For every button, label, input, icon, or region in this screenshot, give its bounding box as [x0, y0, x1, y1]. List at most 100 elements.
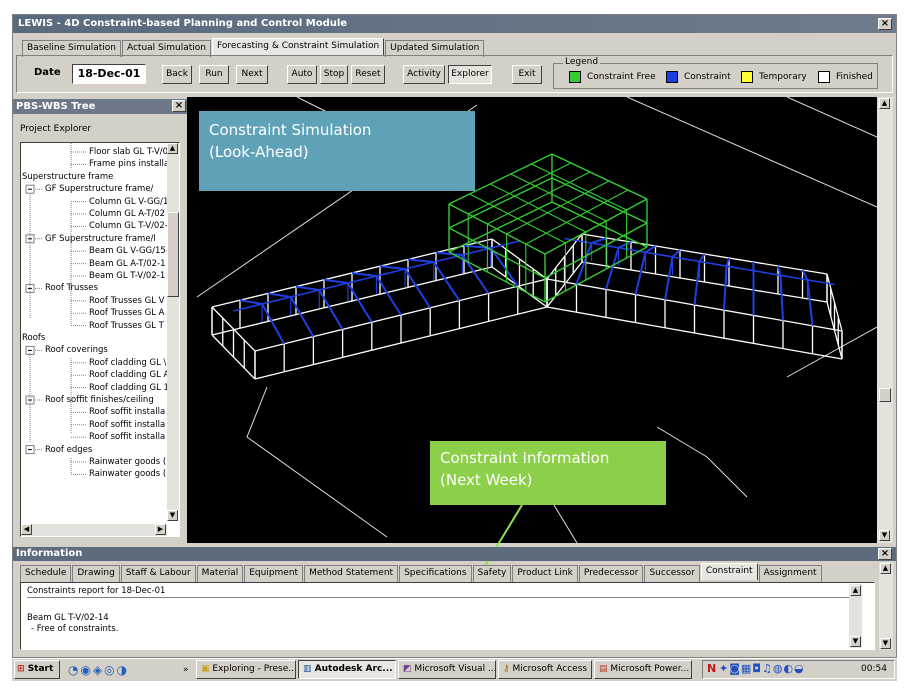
tree-item[interactable]: Superstructure frame	[22, 171, 113, 183]
tree-item[interactable]: Floor slab GL T-V/0	[89, 146, 168, 158]
tree-item[interactable]: Roof cladding GL \	[89, 357, 166, 369]
tree-item[interactable]: GF Superstructure frame/l	[45, 233, 156, 245]
tree-vertical-scrollbar[interactable]	[167, 143, 179, 511]
tree-scroll-thumb[interactable]	[167, 212, 179, 297]
tree-horizontal-scrollbar[interactable]	[21, 524, 167, 536]
access-key-icon: ⚷	[503, 664, 510, 674]
info-tab-material[interactable]: Material	[196, 565, 244, 582]
task-power[interactable]: ▤ Microsoft Power...	[594, 660, 692, 679]
date-label: Date	[34, 67, 61, 78]
tree-item[interactable]: Roof soffit finishes/ceiling	[45, 394, 154, 406]
viewport-scroll-down-button[interactable]: ▼	[879, 530, 890, 541]
info-tab-method-statement[interactable]: Method Statement	[304, 565, 399, 582]
quick-launch-icons[interactable]: ◔◉◈◎◑	[68, 661, 129, 679]
info-scroll-down-button[interactable]: ▼	[880, 638, 891, 649]
date-field[interactable]: 18-Dec-01	[72, 64, 146, 84]
tree-item[interactable]: Roof cladding GL 1	[89, 382, 169, 394]
run-button[interactable]: Run	[199, 65, 229, 84]
callout-bottom-line-1: Constraint Information	[440, 449, 610, 467]
tree-scroll-up-button[interactable]: ▲	[167, 143, 178, 154]
tree-item[interactable]: GF Superstructure frame/	[45, 183, 153, 195]
tree-item[interactable]: Rainwater goods (	[89, 468, 166, 480]
info-panel-scrollbar[interactable]	[879, 562, 893, 650]
back-button[interactable]: Back	[162, 65, 192, 84]
viewport-scroll-up-button[interactable]: ▲	[879, 98, 890, 109]
info-tab-safety[interactable]: Safety	[472, 565, 512, 582]
info-tab-equipment[interactable]: Equipment	[244, 565, 304, 582]
wireframe-truss	[267, 292, 291, 298]
window-title: LEWIS - 4D Constraint-based Planning and…	[18, 18, 348, 29]
tree-item[interactable]: Rainwater goods (	[89, 456, 166, 468]
explorer-button[interactable]: Explorer	[448, 65, 492, 84]
tree-scroll-left-button[interactable]: ◀	[21, 524, 32, 535]
tree-item[interactable]: Beam GL A-T/02-1	[89, 258, 166, 270]
tab-forecasting-constraint-simulation[interactable]: Forecasting & Constraint Simulation	[211, 38, 385, 55]
start-label: Start	[27, 664, 54, 674]
report-scroll-down-button[interactable]: ▼	[850, 636, 861, 647]
info-tab-predecessor[interactable]: Predecessor	[578, 565, 644, 582]
window-close-button[interactable]: ×	[878, 18, 892, 30]
auto-button[interactable]: Auto	[287, 65, 317, 84]
wireframe-truss	[693, 261, 701, 306]
info-tab-successor[interactable]: Successor	[644, 565, 700, 582]
task-visual-label: Microsoft Visual ...	[414, 664, 496, 674]
viewport-scroll-thumb[interactable]	[879, 388, 891, 402]
info-tab-assignment[interactable]: Assignment	[758, 565, 822, 582]
info-panel-close-button[interactable]: ×	[878, 548, 892, 560]
exit-button[interactable]: Exit	[512, 65, 542, 84]
legend-label-constraint-free: Constraint Free	[587, 72, 656, 82]
report-scroll-up-button[interactable]: ▲	[850, 585, 861, 596]
autodesk-icon: ▥	[303, 664, 312, 674]
start-button[interactable]: ⊞ Start	[14, 660, 60, 679]
info-tab-product-link[interactable]: Product Link	[512, 565, 578, 582]
tree-item[interactable]: Roof soffit installa	[89, 419, 165, 431]
tree-item[interactable]: Roof edges	[45, 444, 92, 456]
tree-item[interactable]: Beam GL T-V/02-1	[89, 270, 165, 282]
info-tab-specifications[interactable]: Specifications	[399, 565, 472, 582]
tree-scroll-down-button[interactable]: ▼	[167, 510, 178, 521]
tree-item[interactable]: Column GL T-V/02-	[89, 220, 168, 232]
tree-item[interactable]: Roof coverings	[45, 344, 108, 356]
callout-top-line-2: (Look-Ahead)	[209, 143, 309, 161]
wireframe-truss	[261, 303, 286, 345]
reset-button[interactable]: Reset	[351, 65, 385, 84]
task-visual[interactable]: ◩ Microsoft Visual ...	[398, 660, 496, 679]
tree-item[interactable]: Column GL A-T/02	[89, 208, 165, 220]
task-exploring[interactable]: ▣ Exploring - Prese...	[196, 660, 296, 679]
tree-item[interactable]: Roof cladding GL A	[89, 369, 169, 381]
tree-item[interactable]: Beam GL V-GG/15-	[89, 245, 169, 257]
wireframe-truss	[698, 253, 706, 263]
task-autodesk-label: Autodesk Arc...	[314, 664, 393, 674]
tree-item[interactable]: Roof soffit installa	[89, 406, 165, 418]
tree-item[interactable]: Roof soffit installa	[89, 431, 165, 443]
tree-item[interactable]: Roof Trusses GL T	[89, 320, 164, 332]
activity-button[interactable]: Activity	[403, 65, 445, 84]
stop-button[interactable]: Stop	[320, 65, 348, 84]
tree-item[interactable]: Roof Trusses GL A	[89, 307, 165, 319]
info-tab-constraint[interactable]: Constraint	[700, 563, 758, 580]
quick-launch-overflow-icon[interactable]: »	[183, 661, 189, 679]
wireframe-truss	[806, 279, 814, 326]
tree-item[interactable]: Column GL V-GG/1	[89, 196, 168, 208]
pbs-panel-close-button[interactable]: ×	[172, 100, 186, 112]
wireframe-truss	[323, 278, 349, 284]
wireframe-truss	[432, 261, 461, 302]
next-button[interactable]: Next	[236, 65, 268, 84]
norton-icon[interactable]: N	[707, 662, 716, 675]
info-scroll-up-button[interactable]: ▲	[880, 563, 891, 574]
report-line-beam: Beam GL T-V/02-14	[27, 613, 109, 623]
info-tab-drawing[interactable]: Drawing	[72, 565, 120, 582]
tray-icons[interactable]: ✦◙▦◘♫◍◐◒	[719, 662, 805, 675]
tree-scroll-right-button[interactable]: ▶	[155, 524, 166, 535]
info-tab-staff-labour[interactable]: Staff & Labour	[120, 565, 196, 582]
task-access[interactable]: ⚷ Microsoft Access	[498, 660, 592, 679]
tree-item[interactable]: Roof Trusses	[45, 282, 98, 294]
task-autodesk[interactable]: ▥ Autodesk Arc...	[298, 660, 396, 679]
viewport-vertical-scrollbar[interactable]	[877, 97, 893, 543]
tree-item[interactable]: Roof Trusses GL V	[89, 295, 165, 307]
tree-item[interactable]: Frame pins installa	[89, 158, 169, 170]
info-tab-schedule[interactable]: Schedule	[20, 565, 72, 582]
tree-item[interactable]: Roofs	[22, 332, 45, 344]
window-title-bar: LEWIS - 4D Constraint-based Planning and…	[13, 15, 896, 33]
wireframe-truss	[407, 258, 434, 263]
